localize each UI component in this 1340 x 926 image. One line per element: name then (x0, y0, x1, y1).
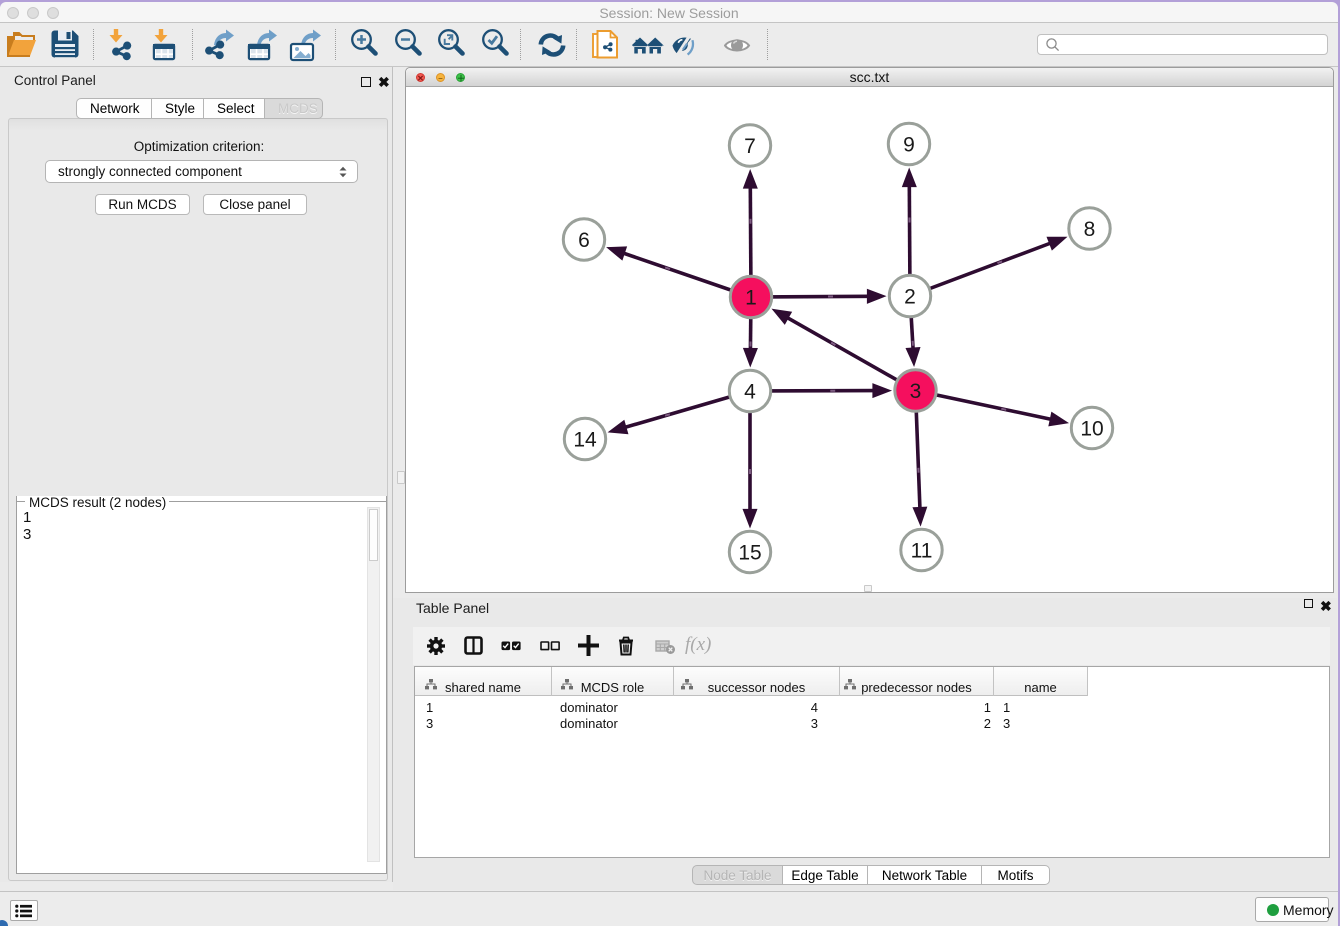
svg-text:3: 3 (910, 380, 922, 403)
svg-text:10: 10 (1080, 418, 1103, 441)
svg-text:f(x): f(x) (685, 634, 711, 655)
svg-text:1: 1 (745, 287, 757, 310)
svg-text:6: 6 (578, 229, 590, 252)
svg-text:9: 9 (903, 134, 915, 157)
svg-text:2: 2 (904, 286, 916, 309)
svg-text:14: 14 (573, 429, 597, 452)
svg-text:15: 15 (738, 542, 761, 565)
svg-text:4: 4 (744, 381, 756, 404)
svg-text:8: 8 (1084, 218, 1096, 241)
svg-text:7: 7 (744, 135, 756, 158)
svg-text:11: 11 (911, 540, 933, 563)
